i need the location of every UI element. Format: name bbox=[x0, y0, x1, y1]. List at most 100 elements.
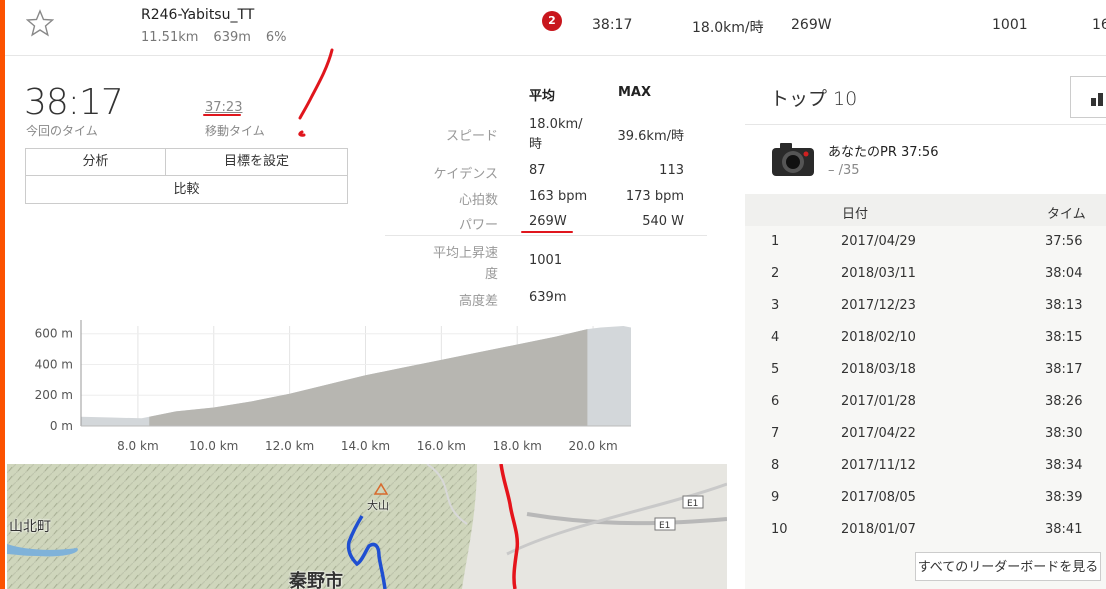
row-time: 38:26 bbox=[1045, 394, 1083, 409]
map-label-yamakita: 山北町 bbox=[9, 519, 51, 535]
y-tick-label: 600 m bbox=[35, 327, 73, 341]
pr-rank: – /35 bbox=[828, 163, 860, 178]
row-date: 2018/02/10 bbox=[841, 330, 916, 345]
rank-badge: 2 bbox=[542, 11, 562, 31]
elevation-area-segment bbox=[149, 329, 588, 426]
leaderboard-row[interactable]: 4 2018/02/10 38:15 bbox=[745, 322, 1106, 354]
leaderboard-panel: トップ 10 あなたのPR 37:56 – /35 日付 タイム 1 2017/0… bbox=[745, 56, 1106, 589]
row-time: 38:34 bbox=[1045, 458, 1083, 473]
chart-toggle-button[interactable] bbox=[1070, 76, 1106, 118]
annotation-scribble bbox=[298, 48, 334, 137]
leaderboard-row[interactable]: 3 2017/12/23 38:13 bbox=[745, 290, 1106, 322]
row-date: 2017/08/05 bbox=[841, 490, 916, 505]
row-date: 2018/01/07 bbox=[841, 522, 916, 537]
segment-name[interactable]: R246-Yabitsu_TT bbox=[141, 7, 254, 23]
set-goal-button[interactable]: 目標を設定 bbox=[165, 148, 348, 176]
svg-text:E1: E1 bbox=[687, 499, 698, 509]
header-speed: 18.0km/時 bbox=[692, 20, 764, 36]
stat-avg-power: 269W bbox=[529, 214, 567, 229]
row-date: 2017/01/28 bbox=[841, 394, 916, 409]
segment-stats: 11.51km 639m 6% bbox=[141, 30, 302, 45]
row-rank: 7 bbox=[771, 426, 780, 441]
row-rank: 1 bbox=[771, 234, 780, 249]
row-time: 38:13 bbox=[1045, 298, 1083, 313]
row-rank: 2 bbox=[771, 266, 780, 281]
x-tick-label: 12.0 km bbox=[265, 439, 314, 453]
leaderboard-footer: すべてのリーダーボードを見る bbox=[745, 544, 1106, 589]
elapsed-time-label: 今回のタイム bbox=[26, 124, 98, 138]
leaderboard-row[interactable]: 1 2017/04/29 37:56 bbox=[745, 226, 1106, 258]
x-tick-label: 10.0 km bbox=[189, 439, 238, 453]
stat-max-cadence: 113 bbox=[659, 163, 684, 178]
elevation-chart[interactable]: 600 m 400 m 200 m 0 m 8.0 km 10.0 km 12.0 km 14… bbox=[10, 318, 640, 458]
stat-label-cadence: ケイデンス bbox=[433, 167, 498, 182]
leaderboard-row[interactable]: 9 2017/08/05 38:39 bbox=[745, 482, 1106, 514]
leaderboard-row[interactable]: 2 2018/03/11 38:04 bbox=[745, 258, 1106, 290]
row-time: 38:17 bbox=[1045, 362, 1083, 377]
row-rank: 9 bbox=[771, 490, 780, 505]
stat-avg-cadence: 87 bbox=[529, 163, 546, 178]
avatar[interactable] bbox=[770, 139, 816, 181]
row-rank: 6 bbox=[771, 394, 780, 409]
moving-time: 37:23 bbox=[205, 100, 243, 115]
row-time: 37:56 bbox=[1045, 234, 1083, 249]
col-time: タイム bbox=[1047, 207, 1086, 222]
row-time: 38:39 bbox=[1045, 490, 1083, 505]
compare-button[interactable]: 比較 bbox=[25, 175, 348, 204]
analyze-button[interactable]: 分析 bbox=[25, 148, 166, 176]
top10-title: トップ 10 bbox=[770, 88, 858, 110]
leaderboard-row[interactable]: 7 2017/04/22 38:30 bbox=[745, 418, 1106, 450]
x-tick-label: 14.0 km bbox=[341, 439, 390, 453]
svg-text:E1: E1 bbox=[659, 521, 670, 531]
star-icon[interactable] bbox=[26, 9, 54, 37]
segment-grade: 6% bbox=[265, 30, 287, 45]
leaderboard-row[interactable]: 10 2018/01/07 38:41 bbox=[745, 514, 1106, 546]
segment-distance: 11.51km bbox=[141, 30, 199, 45]
map-terrain: E1 E1 bbox=[7, 464, 727, 589]
row-time: 38:41 bbox=[1045, 522, 1083, 537]
annotation-underline bbox=[203, 114, 241, 116]
header-clipped-value: 16 bbox=[1092, 17, 1106, 33]
row-date: 2018/03/11 bbox=[841, 266, 916, 281]
stats-divider bbox=[385, 235, 707, 236]
row-rank: 10 bbox=[771, 522, 788, 537]
stat-label-power: パワー bbox=[458, 218, 498, 233]
view-all-leaderboards-button[interactable]: すべてのリーダーボードを見る bbox=[915, 552, 1101, 581]
row-time: 38:30 bbox=[1045, 426, 1083, 441]
row-date: 2017/04/29 bbox=[841, 234, 916, 249]
stat-label-speed: スピード bbox=[445, 129, 498, 144]
leaderboard-table: 1 2017/04/29 37:56 2 2018/03/11 38:04 3 2017/12… bbox=[745, 226, 1106, 544]
x-tick-label: 20.0 km bbox=[568, 439, 617, 453]
col-avg-header: 平均 bbox=[529, 89, 556, 104]
leaderboard-row[interactable]: 5 2018/03/18 38:17 bbox=[745, 354, 1106, 386]
header-time: 38:17 bbox=[592, 17, 633, 33]
header-vam: 1001 bbox=[992, 17, 1028, 33]
stat-avg-speed: 18.0km/ 時 bbox=[529, 117, 583, 152]
y-tick-label: 400 m bbox=[35, 357, 73, 371]
row-time: 38:04 bbox=[1045, 266, 1083, 281]
x-tick-label: 18.0 km bbox=[493, 439, 542, 453]
leaderboard-row[interactable]: 6 2017/01/28 38:26 bbox=[745, 386, 1106, 418]
row-time: 38:15 bbox=[1045, 330, 1083, 345]
y-tick-label: 0 m bbox=[50, 419, 73, 433]
row-rank: 5 bbox=[771, 362, 780, 377]
stat-vam-value: 1001 bbox=[529, 253, 563, 268]
y-tick-label: 200 m bbox=[35, 388, 73, 402]
stat-max-power: 540 W bbox=[642, 214, 684, 229]
moving-time-label: 移動タイム bbox=[205, 124, 265, 138]
map-label-hadano: 秦野市 bbox=[289, 571, 343, 589]
segment-header-row[interactable]: R246-Yabitsu_TT 11.51km 639m 6% 2 38:17 18… bbox=[5, 0, 1106, 56]
row-rank: 8 bbox=[771, 458, 780, 473]
x-tick-label: 16.0 km bbox=[417, 439, 466, 453]
stat-max-speed: 39.6km/時 bbox=[617, 129, 684, 144]
segment-elevation: 639m bbox=[213, 30, 251, 45]
leaderboard-row[interactable]: 8 2017/11/12 38:34 bbox=[745, 450, 1106, 482]
x-tick-label: 8.0 km bbox=[117, 439, 159, 453]
route-map[interactable]: E1 E1 山北町 大山 秦野市 bbox=[7, 464, 727, 589]
bar-chart-icon bbox=[1091, 93, 1103, 106]
pr-text: あなたのPR 37:56 bbox=[828, 145, 939, 160]
row-date: 2017/04/22 bbox=[841, 426, 916, 441]
leaderboard-header: 日付 タイム bbox=[745, 194, 1106, 226]
row-date: 2018/03/18 bbox=[841, 362, 916, 377]
row-date: 2017/11/12 bbox=[841, 458, 916, 473]
